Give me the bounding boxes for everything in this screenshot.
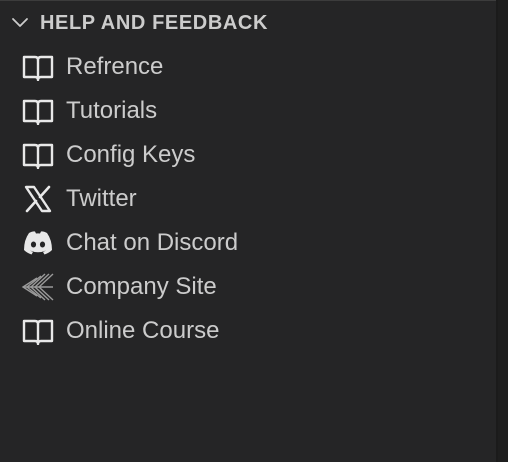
list-item-config-keys[interactable]: Config Keys (0, 133, 496, 177)
list-item-chat-on-discord[interactable]: Chat on Discord (0, 221, 496, 265)
item-label: Online Course (66, 317, 220, 344)
list-item-online-course[interactable]: Online Course (0, 309, 496, 353)
item-label: Twitter (66, 185, 137, 212)
book-icon (20, 137, 56, 173)
book-icon (20, 93, 56, 129)
item-label: Company Site (66, 273, 217, 300)
chevron-down-icon[interactable] (7, 10, 33, 36)
section-title: HELP AND FEEDBACK (40, 11, 268, 34)
list-item-twitter[interactable]: Twitter (0, 177, 496, 221)
company-logo-icon (20, 269, 56, 305)
book-icon (20, 313, 56, 349)
item-label: Tutorials (66, 97, 158, 124)
x-logo-icon (20, 181, 56, 217)
help-items-list: Refrence Tutorials Config Keys Twitter C… (0, 45, 496, 353)
help-and-feedback-section-header[interactable]: HELP AND FEEDBACK (0, 6, 496, 40)
book-icon (20, 49, 56, 85)
panel-top-border (0, 0, 496, 1)
item-label: Config Keys (66, 141, 196, 168)
item-label: Chat on Discord (66, 229, 239, 256)
discord-icon (20, 225, 56, 261)
list-item-company-site[interactable]: Company Site (0, 265, 496, 309)
help-and-feedback-panel: HELP AND FEEDBACK Refrence Tutorials Con… (0, 0, 496, 462)
list-item-tutorials[interactable]: Tutorials (0, 89, 496, 133)
panel-divider[interactable] (496, 0, 498, 462)
item-label: Refrence (66, 53, 164, 80)
list-item-refrence[interactable]: Refrence (0, 45, 496, 89)
